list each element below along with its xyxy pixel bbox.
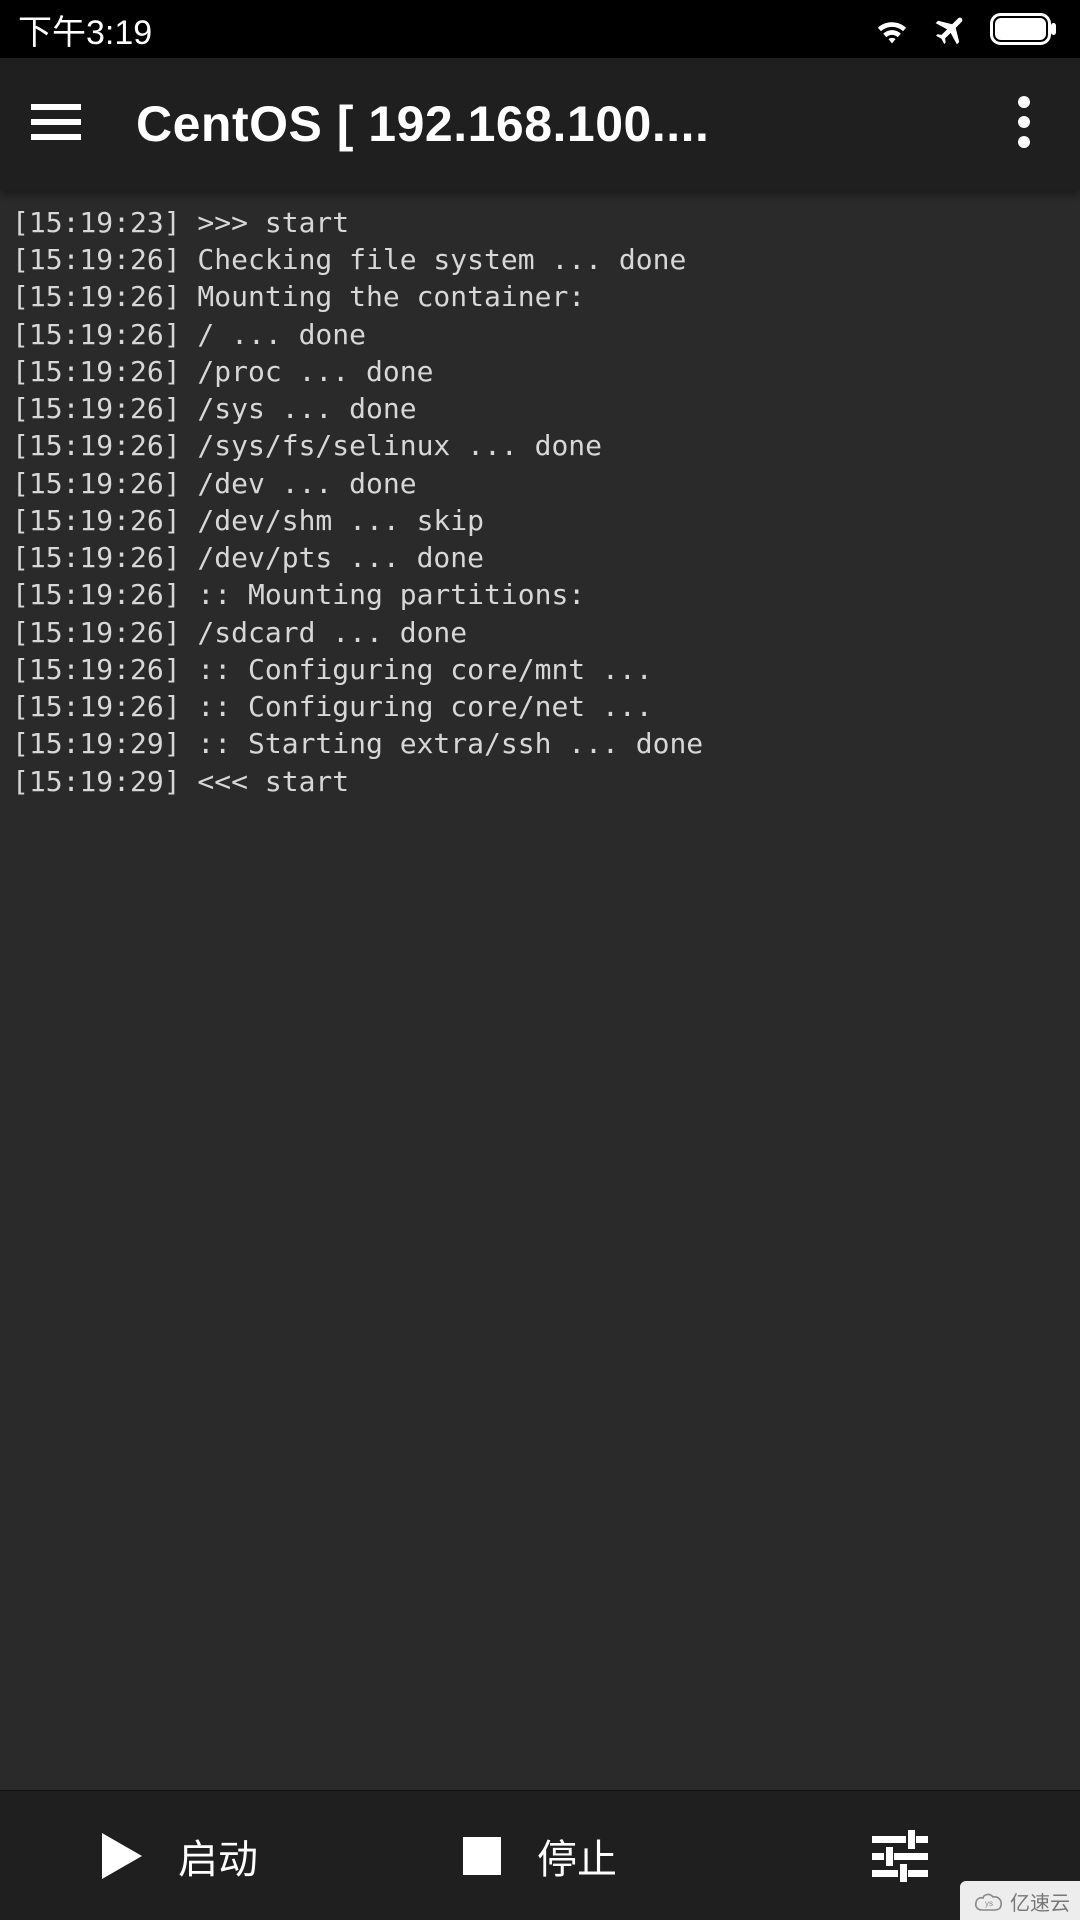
console-line: [15:19:26] :: Configuring core/net ... [12,688,1068,725]
console-line: [15:19:26] /dev/pts ... done [12,539,1068,576]
stop-button[interactable]: 停止 [360,1791,720,1920]
more-vert-icon [1017,95,1031,154]
console-line: [15:19:26] Mounting the container: [12,278,1068,315]
console-line: [15:19:26] /sys ... done [12,390,1068,427]
console-line: [15:19:29] <<< start [12,763,1068,800]
console-line: [15:19:26] Checking file system ... done [12,241,1068,278]
console-line: [15:19:26] /sys/fs/selinux ... done [12,427,1068,464]
svg-text:ys: ys [985,1899,993,1908]
start-button-label: 启动 [178,1827,258,1885]
hamburger-icon [31,102,81,147]
console-line: [15:19:26] :: Mounting partitions: [12,576,1068,613]
app-bar: CentOS [ 192.168.100.... [0,58,1080,190]
stop-button-label: 停止 [537,1827,617,1885]
stop-icon [463,1837,501,1875]
airplane-mode-icon [930,9,972,49]
console-output[interactable]: [15:19:23] >>> start[15:19:26] Checking … [0,190,1080,1790]
watermark: ys 亿速云 [960,1881,1080,1920]
play-icon [102,1833,142,1879]
console-line: [15:19:26] /proc ... done [12,353,1068,390]
console-line: [15:19:26] /dev ... done [12,465,1068,502]
start-button[interactable]: 启动 [0,1791,360,1920]
watermark-text: 亿速云 [1010,1887,1070,1916]
tune-icon [872,1830,928,1882]
bottom-bar: 启动 停止 [0,1790,1080,1920]
app-title: CentOS [ 192.168.100.... [136,95,944,153]
console-line: [15:19:29] :: Starting extra/ssh ... don… [12,725,1068,762]
console-line: [15:19:26] :: Configuring core/mnt ... [12,651,1068,688]
console-line: [15:19:23] >>> start [12,204,1068,241]
battery-icon [990,13,1058,45]
overflow-menu-button[interactable] [992,92,1056,156]
cloud-icon: ys [974,1892,1004,1912]
menu-button[interactable] [24,92,88,156]
status-bar: 下午3:19 [0,0,1080,58]
status-right-cluster [872,9,1058,49]
status-time: 下午3:19 [18,5,152,54]
wifi-icon [872,13,912,45]
console-line: [15:19:26] /dev/shm ... skip [12,502,1068,539]
console-line: [15:19:26] /sdcard ... done [12,614,1068,651]
console-line: [15:19:26] / ... done [12,316,1068,353]
